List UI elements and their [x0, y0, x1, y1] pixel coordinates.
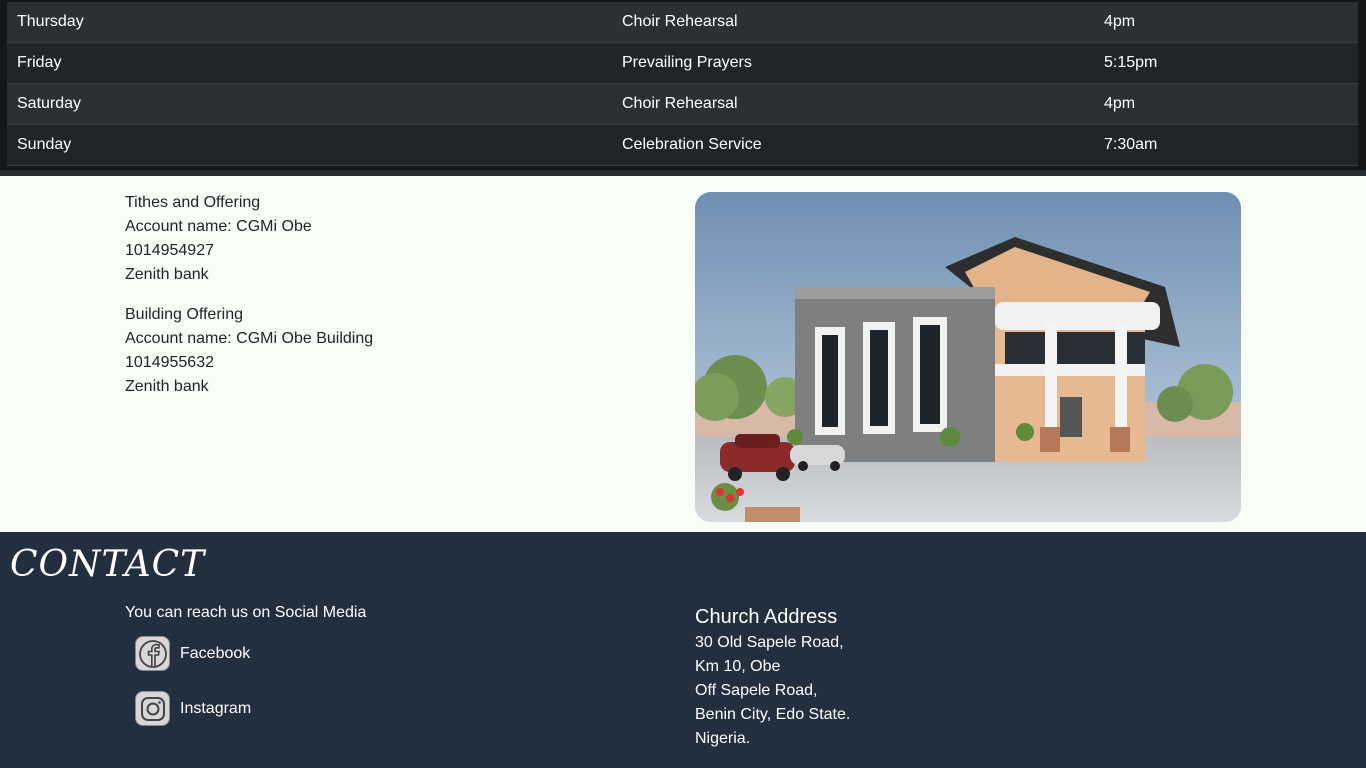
church-address: 30 Old Sapele Road, Km 10, Obe Off Sapel… [695, 631, 850, 751]
time-cell: 7:30am [1104, 136, 1158, 153]
building-title: Building Offering [125, 306, 243, 323]
instagram-icon [135, 691, 170, 726]
day-cell: Thursday [17, 13, 84, 30]
table-row: Friday Prevailing Prayers 5:15pm [7, 43, 1358, 84]
church-address-title: Church Address [695, 606, 838, 628]
contact-heading: CONTACT [10, 544, 206, 585]
address-line: Benin City, Edo State. [695, 706, 851, 723]
building-account-block: Building Offering Account name: CGMi Obe… [125, 303, 373, 399]
tithes-bank: Zenith bank [125, 266, 209, 283]
table-row: Thursday Choir Rehearsal 4pm [7, 2, 1358, 43]
event-cell: Choir Rehearsal [622, 13, 738, 30]
contact-section: CONTACT You can reach us on Social Media… [0, 532, 1366, 768]
address-line: Nigeria. [695, 730, 751, 747]
facebook-icon [135, 636, 170, 671]
building-account-number: 1014955632 [125, 354, 214, 371]
tithes-account-name: Account name: CGMi Obe [125, 218, 312, 235]
event-cell: Prevailing Prayers [622, 54, 752, 71]
facebook-label: Facebook [180, 644, 251, 662]
building-bank: Zenith bank [125, 378, 209, 395]
tithes-account-number: 1014954927 [125, 242, 214, 259]
address-line: Off Sapele Road, [695, 682, 818, 699]
building-account-name: Account name: CGMi Obe Building [125, 330, 374, 347]
church-building-image [695, 192, 1241, 522]
instagram-label: Instagram [180, 699, 252, 717]
day-cell: Sunday [17, 136, 72, 153]
table-row: Sunday Celebration Service 7:30am [7, 125, 1358, 166]
instagram-link[interactable]: Instagram [135, 691, 251, 726]
address-line: 30 Old Sapele Road, [695, 634, 844, 651]
day-cell: Saturday [17, 95, 82, 112]
event-cell: Celebration Service [622, 136, 762, 153]
time-cell: 5:15pm [1104, 54, 1158, 71]
offering-section: Tithes and Offering Account name: CGMi O… [0, 176, 1366, 532]
address-line: Km 10, Obe [695, 658, 781, 675]
tithes-title: Tithes and Offering [125, 194, 261, 211]
time-cell: 4pm [1104, 95, 1136, 112]
tithes-account-block: Tithes and Offering Account name: CGMi O… [125, 191, 312, 287]
event-cell: Choir Rehearsal [622, 95, 738, 112]
schedule-table: Thursday Choir Rehearsal 4pm Friday Prev… [0, 0, 1366, 176]
social-media-intro: You can reach us on Social Media [125, 604, 367, 621]
facebook-link[interactable]: Facebook [135, 636, 250, 671]
day-cell: Friday [17, 54, 62, 71]
time-cell: 4pm [1104, 13, 1136, 30]
table-row: Saturday Choir Rehearsal 4pm [7, 84, 1358, 125]
